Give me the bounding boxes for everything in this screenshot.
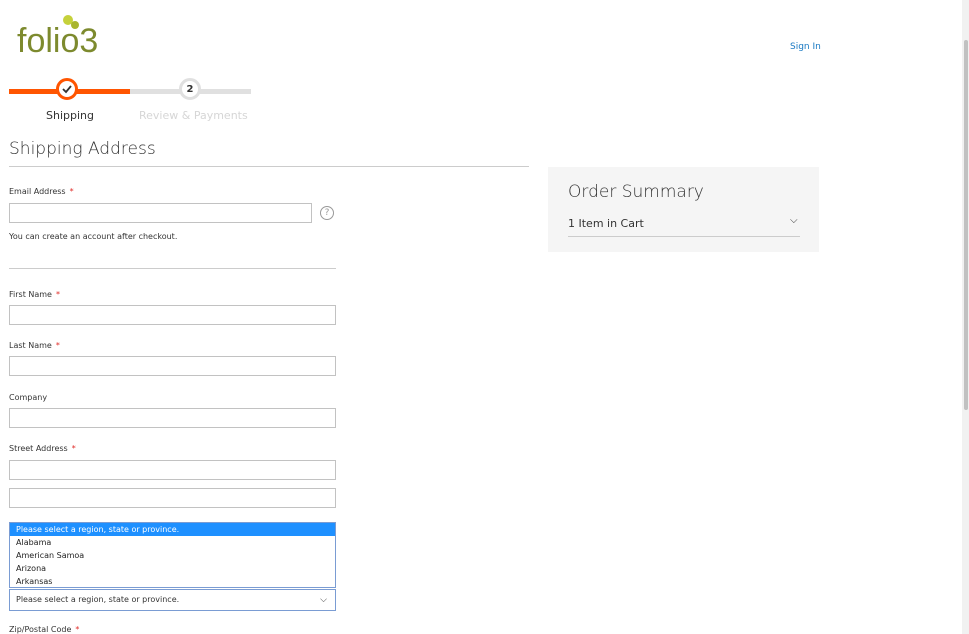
scrollbar-thumb[interactable] xyxy=(964,40,968,410)
last-name-field[interactable] xyxy=(9,356,336,376)
region-option[interactable]: Alabama xyxy=(10,536,335,549)
region-select[interactable]: Please select a region, state or provinc… xyxy=(9,589,336,611)
step-review-number: 2 xyxy=(179,78,201,100)
step-shipping-check-icon xyxy=(56,78,78,100)
street-label: Street Address * xyxy=(9,444,76,453)
region-option[interactable]: American Samoa xyxy=(10,549,335,562)
step-shipping-label: Shipping xyxy=(46,109,94,122)
help-icon[interactable]: ? xyxy=(320,206,334,220)
email-field[interactable] xyxy=(9,203,312,223)
street-line1-field[interactable] xyxy=(9,460,336,480)
summary-divider xyxy=(568,236,800,237)
form-divider xyxy=(9,268,336,269)
title-divider xyxy=(9,166,529,167)
region-select-value: Please select a region, state or provinc… xyxy=(16,595,180,604)
chevron-down-icon: ⌵ xyxy=(320,595,327,605)
order-summary-panel xyxy=(548,167,819,252)
first-name-label: First Name * xyxy=(9,290,60,299)
zip-label: Zip/Postal Code * xyxy=(9,625,80,634)
page-title: Shipping Address xyxy=(9,139,156,159)
street-line2-field[interactable] xyxy=(9,488,336,508)
first-name-field[interactable] xyxy=(9,305,336,325)
cart-items-toggle[interactable]: 1 Item in Cart xyxy=(568,217,644,230)
chevron-down-icon[interactable]: ⌵ xyxy=(790,215,798,226)
order-summary-title: Order Summary xyxy=(568,182,704,202)
step-review-label[interactable]: Review & Payments xyxy=(139,109,248,122)
last-name-label: Last Name * xyxy=(9,341,60,350)
company-label: Company xyxy=(9,393,48,402)
logo-text: folio3 xyxy=(17,22,99,60)
region-option[interactable]: Arkansas xyxy=(10,575,335,588)
email-label: Email Address * xyxy=(9,187,74,196)
region-option[interactable]: Please select a region, state or provinc… xyxy=(10,523,335,536)
region-option[interactable]: Arizona xyxy=(10,562,335,575)
region-options-list[interactable]: Please select a region, state or provinc… xyxy=(9,522,336,588)
account-note: You can create an account after checkout… xyxy=(9,232,178,241)
company-field[interactable] xyxy=(9,408,336,428)
sign-in-link[interactable]: Sign In xyxy=(790,42,821,52)
